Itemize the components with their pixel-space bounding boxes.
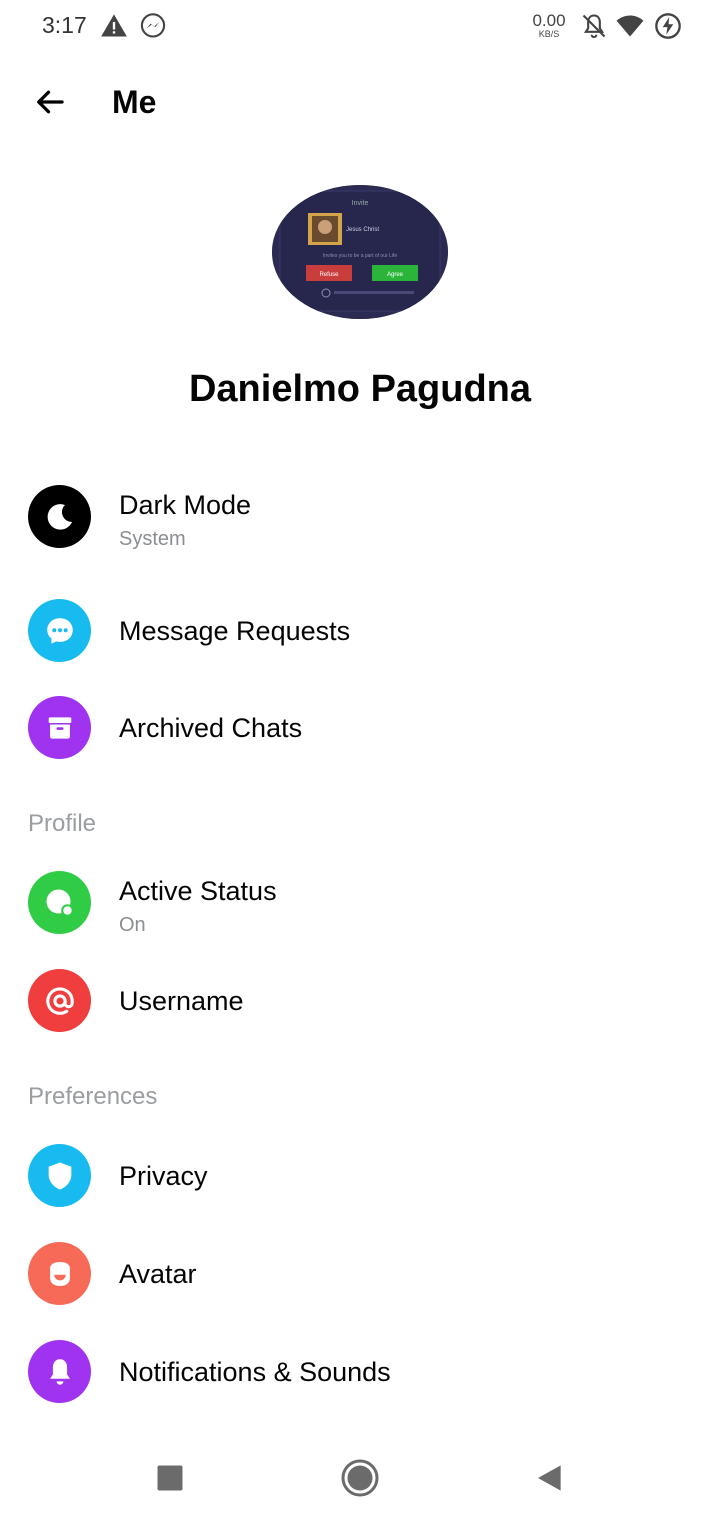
menu-item-active-status[interactable]: Active Status On (0, 858, 720, 948)
status-time: 3:17 (42, 12, 87, 38)
photo-agree: Agree (387, 272, 404, 278)
arrow-left-icon (32, 84, 68, 125)
menu-item-label: Avatar (119, 1259, 197, 1289)
menu-item-label: Privacy (119, 1161, 208, 1191)
status-bar: 3:17 0.00 KB/S (0, 0, 720, 56)
back-button[interactable] (22, 76, 78, 132)
system-back-button[interactable] (522, 1452, 578, 1508)
me-screen: 3:17 0.00 KB/S Me Invite Jesus Christ In… (0, 0, 720, 1520)
active-status-icon (28, 871, 91, 934)
wifi-icon (616, 12, 644, 40)
menu-item-label: Dark Mode (119, 490, 252, 520)
shield-icon (28, 1144, 91, 1207)
bell-icon (28, 1340, 91, 1403)
photo-line: Invites you to be a part of our Life (323, 253, 397, 259)
section-header-profile: Profile (28, 810, 97, 837)
menu-item-sublabel: On (119, 914, 146, 936)
home-circle-icon (340, 1458, 380, 1503)
menu-item-notifications-sounds[interactable]: Notifications & Sounds (0, 1327, 720, 1417)
menu-item-archived-chats[interactable]: Archived Chats (0, 683, 720, 773)
page-title: Me (112, 84, 157, 120)
menu-item-sublabel: System (119, 528, 186, 550)
system-nav-bar (0, 1436, 720, 1520)
recents-square-icon (155, 1463, 185, 1498)
menu-item-label: Notifications & Sounds (119, 1357, 391, 1387)
profile-name: Danielmo Pagudna (188, 368, 532, 410)
archive-icon (28, 696, 91, 759)
back-triangle-icon (534, 1462, 566, 1499)
menu-item-dark-mode[interactable]: Dark Mode System (0, 472, 720, 562)
menu-item-privacy[interactable]: Privacy (0, 1131, 720, 1221)
battery-charging-icon (654, 12, 682, 40)
network-speed-value: 0.00 (532, 11, 566, 30)
at-sign-icon (28, 969, 91, 1032)
menu-item-label: Active Status (119, 876, 277, 906)
messenger-icon (139, 12, 167, 40)
section-header-preferences: Preferences (28, 1083, 158, 1110)
photo-caption: Jesus Christ (346, 227, 379, 233)
menu-item-label: Archived Chats (119, 713, 303, 743)
profile-photo[interactable]: Invite Jesus Christ Invites you to be a … (272, 185, 448, 319)
menu-item-avatar[interactable]: Avatar (0, 1229, 720, 1319)
menu-item-label: Message Requests (119, 616, 351, 646)
menu-item-label: Username (119, 986, 244, 1016)
chat-bubble-icon (28, 599, 91, 662)
notifications-off-icon (580, 12, 608, 40)
photo-refuse: Refuse (319, 272, 339, 278)
menu-item-message-requests[interactable]: Message Requests (0, 586, 720, 676)
network-speed: 0.00 KB/S (528, 12, 570, 39)
home-button[interactable] (332, 1452, 388, 1508)
network-speed-unit: KB/S (538, 29, 560, 39)
recents-button[interactable] (142, 1452, 198, 1508)
menu-item-username[interactable]: Username (0, 956, 720, 1046)
avatar-face-icon (28, 1242, 91, 1305)
photo-top-text: Invite (352, 200, 369, 207)
warning-icon (100, 12, 128, 40)
moon-icon (28, 485, 91, 548)
